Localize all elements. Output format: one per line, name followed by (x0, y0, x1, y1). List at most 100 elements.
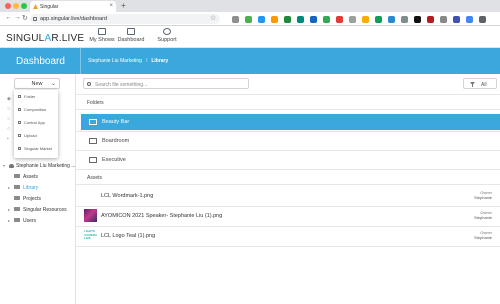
support-icon (163, 28, 171, 35)
nav-support-label: Support (157, 37, 177, 43)
control-app-icon (18, 121, 21, 125)
shared-icon[interactable]: ○ (7, 116, 10, 122)
asset-owner: Owner Stephanie (473, 190, 492, 200)
extension-icon[interactable] (453, 16, 460, 23)
new-button[interactable]: New ⌄ (14, 78, 60, 89)
new-menu-control-app[interactable]: Control App (18, 120, 45, 125)
folder-icon (14, 207, 20, 212)
tree-item-library[interactable]: ▸ Library (8, 185, 38, 191)
divider (76, 169, 500, 170)
extension-icon[interactable] (310, 16, 317, 23)
tree-item-users[interactable]: ▸ Users (8, 218, 36, 224)
extension-icon[interactable] (466, 16, 473, 23)
back-icon[interactable]: ← (5, 14, 12, 21)
nav-dashboard[interactable]: Dashboard (111, 28, 151, 43)
new-menu-composition[interactable]: Composition (18, 107, 46, 112)
asset-row[interactable]: LCL Wordmark-1.png Owner Stephanie (76, 187, 500, 205)
trash-icon[interactable]: ▪ (7, 136, 9, 142)
extension-icon[interactable] (349, 16, 356, 23)
new-menu-singular-market[interactable]: Singular Market (18, 146, 52, 151)
search-input[interactable]: Search file something... (83, 78, 249, 89)
new-menu-label: Singular Market (24, 146, 53, 151)
close-window-button[interactable] (5, 3, 11, 9)
divider (76, 246, 500, 247)
extension-icon[interactable] (375, 16, 382, 23)
folder-row[interactable]: Executive (81, 152, 500, 168)
dashboard-icon (127, 28, 135, 35)
extension-icon[interactable] (297, 16, 304, 23)
bookmark-star-icon[interactable]: ☆ (210, 14, 216, 22)
folder-row[interactable]: Beauty Bar (81, 114, 500, 130)
extension-icon[interactable] (479, 16, 486, 23)
tree-item-label: Singular Resources (23, 207, 67, 213)
forward-icon[interactable]: → (14, 14, 21, 21)
filter-dropdown[interactable]: All (463, 78, 497, 89)
extension-icon[interactable] (362, 16, 369, 23)
market-icon (18, 147, 21, 151)
recent-icon[interactable]: ○ (7, 106, 10, 112)
asset-row[interactable]: AYOMICON 2021 Speaker- Stephanie Liu (1)… (76, 207, 500, 225)
tree-item-assets[interactable]: Assets (8, 174, 38, 180)
asset-thumbnail (84, 209, 97, 222)
divider (76, 94, 500, 95)
folders-heading: Folders (87, 100, 104, 106)
breadcrumb-org[interactable]: Stephanie Liu Marketing (88, 58, 142, 64)
tree-item-label: Users (23, 218, 37, 224)
folder-icon (18, 95, 21, 99)
breadcrumb-separator: / (145, 58, 148, 64)
filter-label: All (481, 81, 487, 88)
upload-icon (18, 134, 21, 138)
folder-name: Boardroom (102, 138, 130, 144)
extension-icon[interactable] (258, 16, 265, 23)
folder-icon (14, 196, 20, 201)
folder-name: Executive (102, 157, 126, 163)
app-header: SINGULAR.LIVE My Shows Dashboard Support (0, 26, 500, 48)
maximize-window-button[interactable] (21, 3, 27, 9)
org-name: Stephanie Liu Marketing ... (16, 163, 76, 169)
extension-icon[interactable] (336, 16, 343, 23)
reload-icon[interactable]: ↻ (22, 14, 28, 22)
new-menu-label: Upload (24, 133, 37, 138)
nav-support[interactable]: Support (147, 28, 187, 43)
browser-tab-bar: Singular × + (0, 0, 500, 12)
extension-icon[interactable] (245, 16, 252, 23)
tab-close-icon[interactable]: × (109, 3, 113, 9)
extension-icon[interactable] (427, 16, 434, 23)
address-bar[interactable]: app.singular.live/dashboard (30, 14, 220, 24)
folder-row[interactable]: Boardroom (81, 133, 500, 149)
chevron-down-icon: ⌄ (50, 81, 56, 87)
extension-icon[interactable] (271, 16, 278, 23)
extension-icon[interactable] (401, 16, 408, 23)
library-panel: Search file something... All Folders Bea… (76, 74, 500, 304)
asset-row[interactable]: LIGHTS CAMERA LIVE LCL Logo Teal (1).png O… (76, 227, 500, 245)
org-tree-root[interactable]: ▾ Stephanie Liu Marketing ... (3, 163, 75, 169)
org-icon (9, 163, 14, 168)
new-button-label: New (31, 81, 43, 87)
filter-icon (470, 82, 475, 87)
extension-icon[interactable] (440, 16, 447, 23)
new-tab-icon[interactable]: + (121, 1, 126, 10)
divider (76, 109, 500, 110)
home-icon[interactable]: ◆ (7, 96, 11, 102)
asset-name: LCL Wordmark-1.png (101, 193, 154, 199)
new-menu-label: Control App (24, 120, 45, 125)
browser-tab[interactable]: Singular × (30, 1, 116, 12)
minimize-window-button[interactable] (13, 3, 19, 9)
tree-item-label: Assets (23, 174, 39, 180)
singular-live-logo[interactable]: SINGULAR.LIVE (6, 33, 84, 44)
extension-icon[interactable] (414, 16, 421, 23)
extension-icon[interactable] (323, 16, 330, 23)
folder-icon (14, 218, 20, 223)
tree-item-projects[interactable]: Projects (8, 196, 41, 202)
divider (76, 150, 500, 151)
tree-item-singular-resources[interactable]: ▸ Singular Resources (8, 207, 67, 213)
asset-name: LCL Logo Teal (1).png (101, 233, 156, 239)
new-menu-folder[interactable]: Folder (18, 94, 35, 99)
folder-icon (89, 157, 97, 163)
new-menu: Folder Composition Control App Upload Si… (14, 90, 58, 158)
extension-icon[interactable] (388, 16, 395, 23)
new-menu-upload[interactable]: Upload (18, 133, 37, 138)
extension-icon[interactable] (284, 16, 291, 23)
favorites-icon[interactable]: ○ (7, 126, 10, 132)
extension-icon[interactable] (232, 16, 239, 23)
